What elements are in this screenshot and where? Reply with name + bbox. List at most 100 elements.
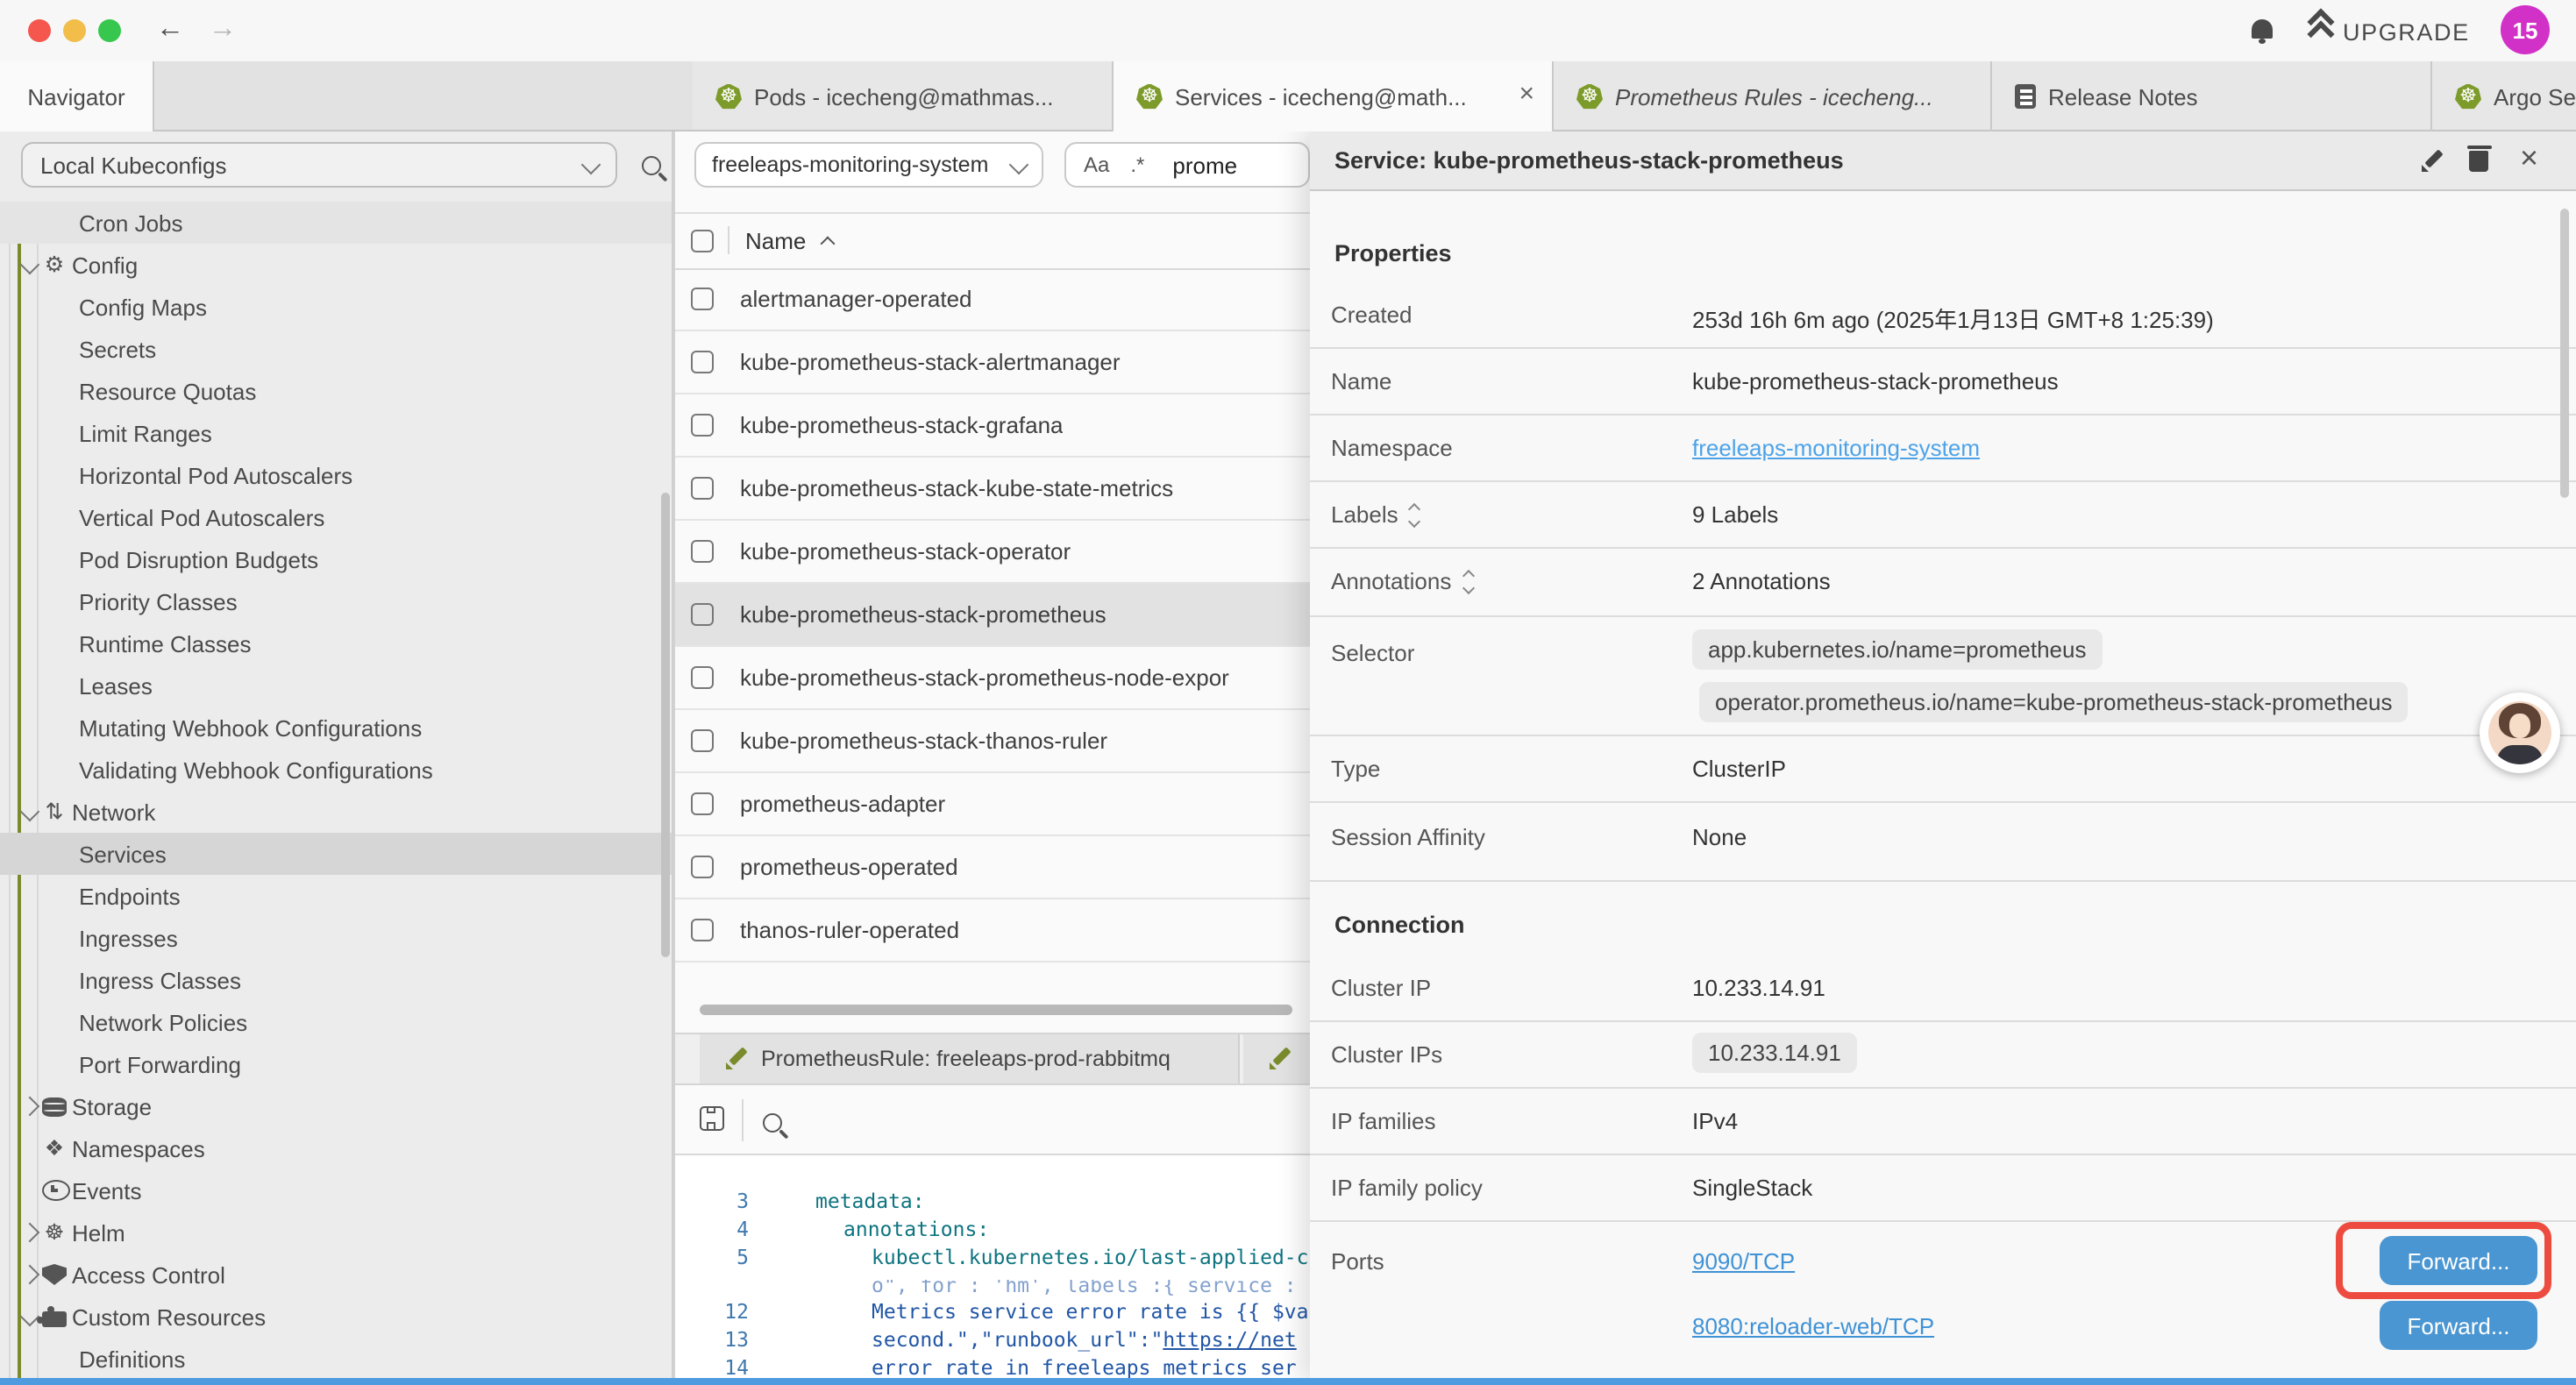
editor-search-icon[interactable] xyxy=(763,1113,782,1133)
window-zoom-button[interactable] xyxy=(98,19,121,42)
chevron-down-icon[interactable] xyxy=(20,255,40,275)
save-icon[interactable] xyxy=(700,1106,724,1131)
sidebar-item-leases[interactable]: Leases xyxy=(0,664,673,707)
row-checkbox[interactable] xyxy=(691,856,714,878)
row-checkbox[interactable] xyxy=(691,729,714,752)
sidebar-item-cron-jobs[interactable]: Cron Jobs xyxy=(0,202,673,244)
close-tab-icon[interactable]: × xyxy=(1519,79,1534,110)
delete-trash-icon[interactable] xyxy=(2469,151,2488,172)
notification-count-badge[interactable]: 15 xyxy=(2501,5,2550,54)
port-link[interactable]: 8080:reloader-web/TCP xyxy=(1692,1313,1934,1339)
close-icon[interactable]: × xyxy=(2520,140,2538,177)
row-checkbox[interactable] xyxy=(691,414,714,437)
table-row[interactable]: kube-prometheus-stack-prometheus xyxy=(675,584,1310,647)
table-row[interactable]: prometheus-operated xyxy=(675,836,1310,899)
forward-arrow-icon[interactable]: → xyxy=(203,11,242,49)
table-row[interactable]: kube-prometheus-stack-grafana xyxy=(675,394,1310,458)
row-checkbox[interactable] xyxy=(691,792,714,815)
sidebar-item-ingresses[interactable]: Ingresses xyxy=(0,917,673,959)
sidebar-scrollbar[interactable] xyxy=(661,493,670,957)
port-link[interactable]: 9090/TCP xyxy=(1692,1248,1795,1275)
tab-services-icecheng-math[interactable]: ☸Services - icecheng@math...× xyxy=(1114,61,1554,131)
code-url-link[interactable]: https://net xyxy=(1163,1327,1296,1352)
sidebar-item-horizontal-pod-autoscalers[interactable]: Horizontal Pod Autoscalers xyxy=(0,454,673,496)
row-checkbox[interactable] xyxy=(691,288,714,310)
sidebar-item-mutating-webhook-configurations[interactable]: Mutating Webhook Configurations xyxy=(0,707,673,749)
sidebar-item-endpoints[interactable]: Endpoints xyxy=(0,875,673,917)
chevron-right-icon[interactable] xyxy=(20,1097,40,1117)
sidebar-item-storage[interactable]: Storage xyxy=(0,1085,673,1127)
table-row[interactable]: kube-prometheus-stack-thanos-ruler xyxy=(675,710,1310,773)
window-close-button[interactable] xyxy=(28,19,51,42)
sidebar-item-secrets[interactable]: Secrets xyxy=(0,328,673,370)
notifications-bell-icon[interactable] xyxy=(2252,19,2273,39)
chevron-right-icon[interactable] xyxy=(20,1223,40,1243)
upgrade-button[interactable]: UPGRADE xyxy=(2311,11,2470,53)
row-checkbox[interactable] xyxy=(691,477,714,500)
sidebar-item-validating-webhook-configurations[interactable]: Validating Webhook Configurations xyxy=(0,749,673,791)
sidebar-item-ingress-classes[interactable]: Ingress Classes xyxy=(0,959,673,1001)
namespace-link[interactable]: freeleaps-monitoring-system xyxy=(1692,435,1980,461)
table-row[interactable]: kube-prometheus-stack-prometheus-node-ex… xyxy=(675,647,1310,710)
table-row[interactable]: prometheus-adapter xyxy=(675,773,1310,836)
sidebar-item-config[interactable]: ⚙Config xyxy=(0,244,673,286)
expand-collapse-icon[interactable] xyxy=(1411,504,1420,525)
chevron-down-icon[interactable] xyxy=(20,802,40,822)
sidebar-item-vertical-pod-autoscalers[interactable]: Vertical Pod Autoscalers xyxy=(0,496,673,538)
sidebar-search-icon[interactable] xyxy=(642,156,661,175)
sidebar-item-definitions[interactable]: Definitions xyxy=(0,1338,673,1380)
sidebar-item-config-maps[interactable]: Config Maps xyxy=(0,286,673,328)
sidebar-item-events[interactable]: Events xyxy=(0,1169,673,1211)
drawer-scrollbar[interactable] xyxy=(2560,209,2569,498)
expand-collapse-icon[interactable] xyxy=(1463,571,1472,592)
editor-tab-secondary[interactable] xyxy=(1243,1034,1310,1083)
table-row[interactable]: thanos-ruler-operated xyxy=(675,899,1310,962)
row-checkbox[interactable] xyxy=(691,603,714,626)
tab-release-notes[interactable]: Release Notes xyxy=(1992,61,2432,131)
sidebar-item-access-control[interactable]: Access Control xyxy=(0,1254,673,1296)
table-row[interactable]: kube-prometheus-stack-operator xyxy=(675,521,1310,584)
row-checkbox[interactable] xyxy=(691,666,714,689)
back-arrow-icon[interactable]: ← xyxy=(151,11,189,49)
tab-pods-icecheng-mathmas[interactable]: ☸Pods - icecheng@mathmas... xyxy=(693,61,1114,131)
regex-toggle[interactable]: .* xyxy=(1130,153,1144,177)
table-horizontal-scrollbar[interactable] xyxy=(700,1005,1292,1015)
sidebar-item-limit-ranges[interactable]: Limit Ranges xyxy=(0,412,673,454)
chevron-down-icon[interactable] xyxy=(20,1307,40,1327)
sidebar-item-priority-classes[interactable]: Priority Classes xyxy=(0,580,673,622)
edit-pencil-icon[interactable] xyxy=(2420,149,2443,172)
chevron-right-icon[interactable] xyxy=(20,1265,40,1285)
sidebar-item-network-policies[interactable]: Network Policies xyxy=(0,1001,673,1043)
row-checkbox[interactable] xyxy=(691,919,714,941)
table-row[interactable]: alertmanager-operated xyxy=(675,268,1310,331)
kubeconfig-select[interactable]: Local Kubeconfigs xyxy=(21,142,617,188)
tab-navigator[interactable]: Navigator xyxy=(0,61,154,131)
sidebar-item-custom-resources[interactable]: Custom Resources xyxy=(0,1296,673,1338)
forward-button[interactable]: Forward... xyxy=(2380,1301,2537,1350)
search-input[interactable]: Aa .* prome xyxy=(1064,142,1310,188)
user-avatar[interactable] xyxy=(2480,692,2560,773)
tab-prometheus-rules-icecheng[interactable]: ☸Prometheus Rules - icecheng... xyxy=(1554,61,1992,131)
sidebar-item-namespaces[interactable]: ❖Namespaces xyxy=(0,1127,673,1169)
table-row[interactable]: kube-prometheus-stack-alertmanager xyxy=(675,331,1310,394)
row-checkbox[interactable] xyxy=(691,540,714,563)
column-header-name[interactable]: Name xyxy=(745,227,832,253)
annotations-count[interactable]: 2 Annotations xyxy=(1692,568,1831,594)
sidebar-item-helm[interactable]: ☸Helm xyxy=(0,1211,673,1254)
sidebar-item-network[interactable]: ⇅Network xyxy=(0,791,673,833)
editor-tab-prometheusrule[interactable]: PrometheusRule: freeleaps-prod-rabbitmq xyxy=(700,1034,1240,1083)
table-row[interactable]: kube-prometheus-stack-kube-state-metrics xyxy=(675,458,1310,521)
namespace-filter-select[interactable]: freeleaps-monitoring-system xyxy=(694,142,1043,188)
sidebar-item-port-forwarding[interactable]: Port Forwarding xyxy=(0,1043,673,1085)
yaml-editor[interactable]: 3metadata:4annotations:5kubectl.kubernet… xyxy=(675,1155,1310,1385)
sidebar-item-pod-disruption-budgets[interactable]: Pod Disruption Budgets xyxy=(0,538,673,580)
labels-count[interactable]: 9 Labels xyxy=(1692,501,1778,528)
window-minimize-button[interactable] xyxy=(63,19,86,42)
sidebar-item-resource-quotas[interactable]: Resource Quotas xyxy=(0,370,673,412)
match-case-toggle[interactable]: Aa xyxy=(1084,153,1109,177)
select-all-checkbox[interactable] xyxy=(691,229,714,252)
row-checkbox[interactable] xyxy=(691,351,714,373)
sidebar-item-runtime-classes[interactable]: Runtime Classes xyxy=(0,622,673,664)
sidebar-item-services[interactable]: Services xyxy=(0,833,673,875)
tab-argo-se[interactable]: ☸Argo Se xyxy=(2432,61,2576,131)
